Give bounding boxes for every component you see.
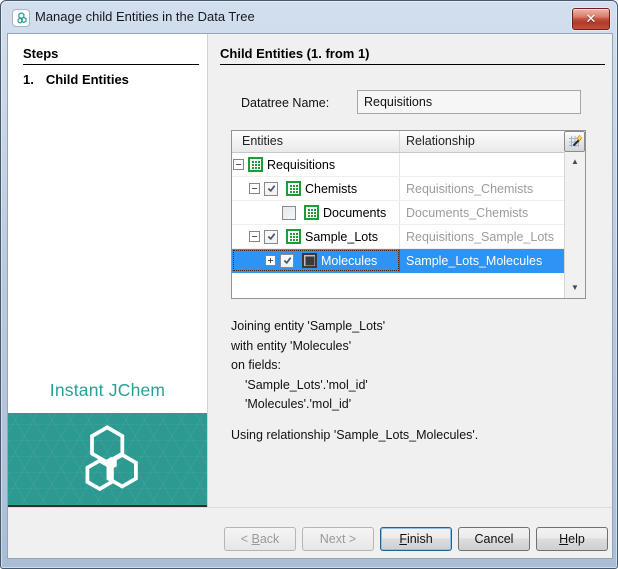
step-number: 1.: [23, 72, 34, 87]
entity-checkbox-unchecked[interactable]: [282, 206, 296, 220]
datatree-name-input[interactable]: [357, 90, 581, 114]
entity-checkbox-checked[interactable]: [264, 230, 278, 244]
window-title: Manage child Entities in the Data Tree: [35, 1, 255, 34]
table-row[interactable]: Sample_Lots Requisitions_Sample_Lots: [232, 225, 564, 249]
description-line: 'Sample_Lots'.'mol_id': [231, 376, 478, 396]
entities-tree-table: Entities Relationship: [231, 130, 586, 299]
finish-button[interactable]: Finish: [380, 527, 452, 551]
entity-label: Documents: [323, 206, 386, 220]
entity-cell: Molecules: [232, 249, 400, 272]
entity-checkbox-checked[interactable]: [280, 254, 294, 268]
entity-label: Chemists: [305, 182, 357, 196]
header-divider: [220, 64, 605, 65]
entity-table-icon: [286, 229, 301, 244]
close-button[interactable]: ✕: [572, 8, 610, 30]
steps-divider: [23, 64, 199, 65]
entity-cell: Documents: [232, 201, 400, 224]
entity-table-icon: [286, 181, 301, 196]
step-item-child-entities: 1. Child Entities: [23, 72, 129, 87]
table-row[interactable]: Documents Documents_Chemists: [232, 201, 564, 225]
datatree-name-label: Datatree Name:: [241, 96, 329, 110]
column-customizer-button[interactable]: [564, 131, 585, 152]
column-header-relationship[interactable]: Relationship: [400, 131, 564, 152]
entity-cell: Requisitions: [232, 153, 400, 176]
entity-cell: Chemists: [232, 177, 400, 200]
brand-name: Instant JChem: [8, 380, 207, 401]
button-bar: < Back Next > Finish Cancel Help: [8, 507, 612, 558]
collapse-minus-icon[interactable]: [233, 159, 244, 170]
brand-banner: [8, 413, 207, 507]
entity-table-icon: [304, 205, 319, 220]
table-row-selected[interactable]: Molecules Sample_Lots_Molecules: [232, 249, 564, 273]
scroll-down-icon[interactable]: ▼: [565, 280, 585, 296]
column-header-entities[interactable]: Entities: [232, 131, 400, 152]
cancel-button[interactable]: Cancel: [458, 527, 530, 551]
next-button[interactable]: Next >: [302, 527, 374, 551]
entity-checkbox-checked[interactable]: [264, 182, 278, 196]
table-body: Requisitions: [232, 153, 564, 298]
table-wand-icon: [568, 135, 582, 149]
app-hexagon-icon: [13, 10, 29, 26]
scroll-up-icon[interactable]: ▲: [565, 154, 585, 170]
entity-label: Requisitions: [267, 158, 335, 172]
vertical-scrollbar[interactable]: ▲ ▼: [564, 152, 585, 298]
relationship-cell: Requisitions_Chemists: [400, 177, 564, 200]
entity-table-icon: [248, 157, 263, 172]
collapse-minus-icon[interactable]: [249, 231, 260, 242]
entity-label: Molecules: [321, 254, 377, 268]
collapse-minus-icon[interactable]: [249, 183, 260, 194]
description-line: with entity 'Molecules': [231, 337, 478, 357]
table-row[interactable]: Requisitions: [232, 153, 564, 177]
steps-header: Steps: [23, 46, 58, 61]
dialog-content: Steps 1. Child Entities Instant JChem Ch…: [8, 34, 612, 558]
join-description: Joining entity 'Sample_Lots' with entity…: [231, 317, 478, 445]
entity-cell: Sample_Lots: [232, 225, 400, 248]
steps-panel: Steps 1. Child Entities Instant JChem: [8, 34, 208, 507]
relationship-cell: Documents_Chemists: [400, 201, 564, 224]
table-header: Entities Relationship: [232, 131, 564, 153]
help-button[interactable]: Help: [536, 527, 608, 551]
dialog-window: Manage child Entities in the Data Tree ✕…: [0, 0, 618, 569]
relationship-cell: Requisitions_Sample_Lots: [400, 225, 564, 248]
entity-table-icon: [302, 253, 317, 268]
main-panel: Child Entities (1. from 1) Datatree Name…: [209, 34, 612, 507]
title-bar: Manage child Entities in the Data Tree ✕: [1, 1, 617, 34]
page-title: Child Entities (1. from 1): [220, 46, 370, 61]
description-line: 'Molecules'.'mol_id': [231, 395, 478, 415]
relationship-cell: [400, 153, 564, 176]
description-line: Using relationship 'Sample_Lots_Molecule…: [231, 426, 478, 446]
expand-plus-icon[interactable]: [265, 255, 276, 266]
description-line: Joining entity 'Sample_Lots': [231, 317, 478, 337]
relationship-cell: Sample_Lots_Molecules: [400, 249, 564, 272]
description-line: on fields:: [231, 356, 478, 376]
back-button[interactable]: < Back: [224, 527, 296, 551]
entity-label: Sample_Lots: [305, 230, 378, 244]
step-label: Child Entities: [46, 72, 129, 87]
table-row[interactable]: Chemists Requisitions_Chemists: [232, 177, 564, 201]
hexagon-logo-icon: [68, 424, 148, 494]
